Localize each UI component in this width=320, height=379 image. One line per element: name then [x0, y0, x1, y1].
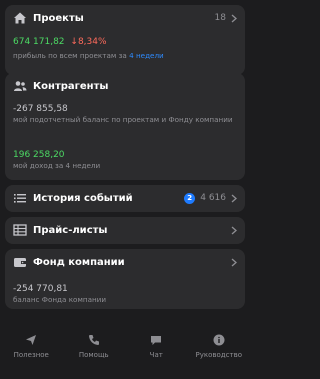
prices-title: Прайс-листы: [33, 224, 108, 236]
fund-caption: баланс Фонда компании: [13, 295, 107, 304]
fund-balance: -254 770,81: [13, 284, 68, 294]
events-count: 4 616: [200, 193, 226, 203]
tab-useful[interactable]: Полезное: [0, 320, 62, 359]
phone-icon: [88, 334, 100, 346]
contractors-income-caption: мой доход за 4 недели: [13, 161, 101, 170]
projects-change: ↓8,34%: [70, 37, 107, 47]
projects-count: 18: [214, 13, 226, 23]
contractors-card[interactable]: Контрагенты -267 855,58 мой подотчетный …: [5, 73, 245, 180]
tab-label: Помощь: [78, 351, 109, 359]
wallet-icon: [13, 255, 27, 269]
tab-bar: Полезное Помощь Чат Руководство: [0, 320, 250, 379]
events-title: История событий: [33, 192, 133, 204]
chevron-right-icon: [231, 194, 237, 202]
chevron-right-icon: [231, 226, 237, 234]
users-icon: [13, 79, 27, 93]
contractors-balance: -267 855,58: [13, 104, 68, 114]
contractors-income: 196 258,20: [13, 150, 65, 160]
chevron-right-icon: [231, 258, 237, 266]
list-icon: [13, 191, 27, 205]
tab-label: Чат: [149, 351, 163, 359]
info-icon: [213, 334, 225, 346]
table-icon: [13, 223, 27, 237]
projects-caption: прибыль по всем проектам за: [13, 51, 130, 60]
tab-chat[interactable]: Чат: [125, 320, 187, 359]
projects-amount: 674 171,82: [13, 37, 65, 47]
tab-guide[interactable]: Руководство: [188, 320, 250, 359]
tab-label: Руководство: [195, 351, 242, 359]
events-badge: 2: [184, 192, 196, 204]
prices-card[interactable]: Прайс-листы: [5, 217, 245, 244]
projects-title: Проекты: [33, 12, 84, 24]
events-card[interactable]: История событий 2 4 616: [5, 185, 245, 212]
fund-title: Фонд компании: [33, 256, 125, 268]
period-link[interactable]: 4 недели: [129, 51, 164, 60]
home-icon: [13, 11, 27, 25]
send-icon: [25, 334, 37, 346]
chat-icon: [150, 334, 162, 346]
projects-card[interactable]: Проекты 18 674 171,82 ↓8,34% прибыль по …: [5, 5, 245, 75]
fund-card[interactable]: Фонд компании -254 770,81 баланс Фонда к…: [5, 249, 245, 309]
tab-help[interactable]: Помощь: [63, 320, 125, 359]
tab-label: Полезное: [13, 351, 49, 359]
contractors-title: Контрагенты: [33, 80, 109, 92]
contractors-balance-caption: мой подотчетный баланс по проектам и Фон…: [13, 115, 233, 124]
chevron-right-icon: [231, 14, 237, 22]
